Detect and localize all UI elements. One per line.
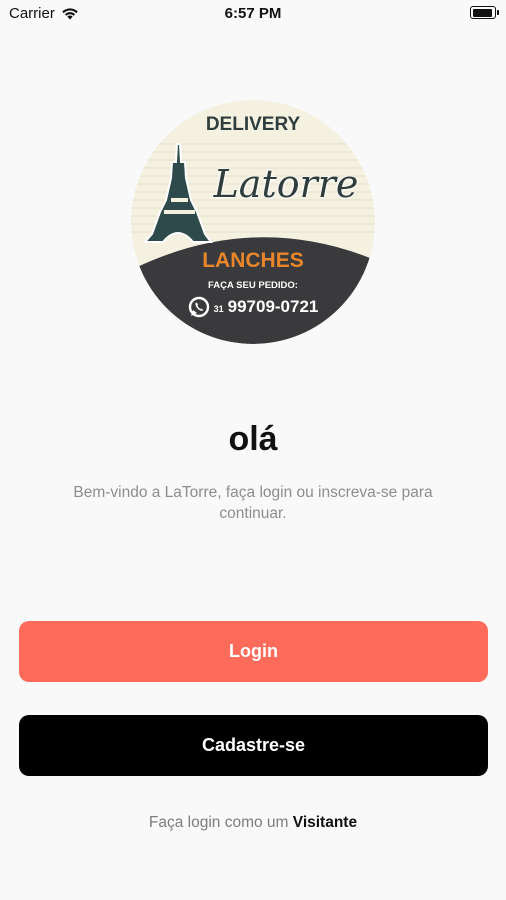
welcome-screen: Carrier 6:57 PM DELIVERY Latorre LANCHES…: [0, 0, 506, 900]
logo-phone-row: 31 99709-0721: [131, 296, 375, 318]
logo-phone-number: 99709-0721: [227, 297, 319, 316]
register-button[interactable]: Cadastre-se: [19, 715, 488, 776]
status-time: 6:57 PM: [224, 5, 282, 22]
logo-order-text: FAÇA SEU PEDIDO:: [208, 280, 298, 291]
whatsapp-icon: [188, 296, 209, 318]
guest-login-link[interactable]: Visitante: [293, 814, 357, 831]
latorre-logo: DELIVERY Latorre LANCHES FAÇA SEU PEDIDO…: [131, 100, 375, 344]
status-bar: Carrier 6:57 PM: [0, 0, 506, 28]
guest-login-prefix: Faça login como um: [148, 814, 293, 831]
logo-lanches-text: LANCHES: [202, 249, 304, 272]
greeting-title: olá: [228, 420, 278, 458]
logo-phone-area: 31: [213, 304, 224, 314]
login-button-label: Login: [229, 641, 278, 661]
guest-login-row: Faça login como um Visitante: [0, 814, 506, 832]
battery-icon: [470, 6, 499, 19]
register-button-label: Cadastre-se: [201, 735, 306, 755]
welcome-message: Bem-vindo a LaTorre, faça login ou inscr…: [73, 484, 433, 522]
login-button[interactable]: Login: [19, 621, 488, 682]
logo-delivery-text: DELIVERY: [205, 114, 301, 135]
logo-brand-text: Latorre: [213, 162, 359, 206]
